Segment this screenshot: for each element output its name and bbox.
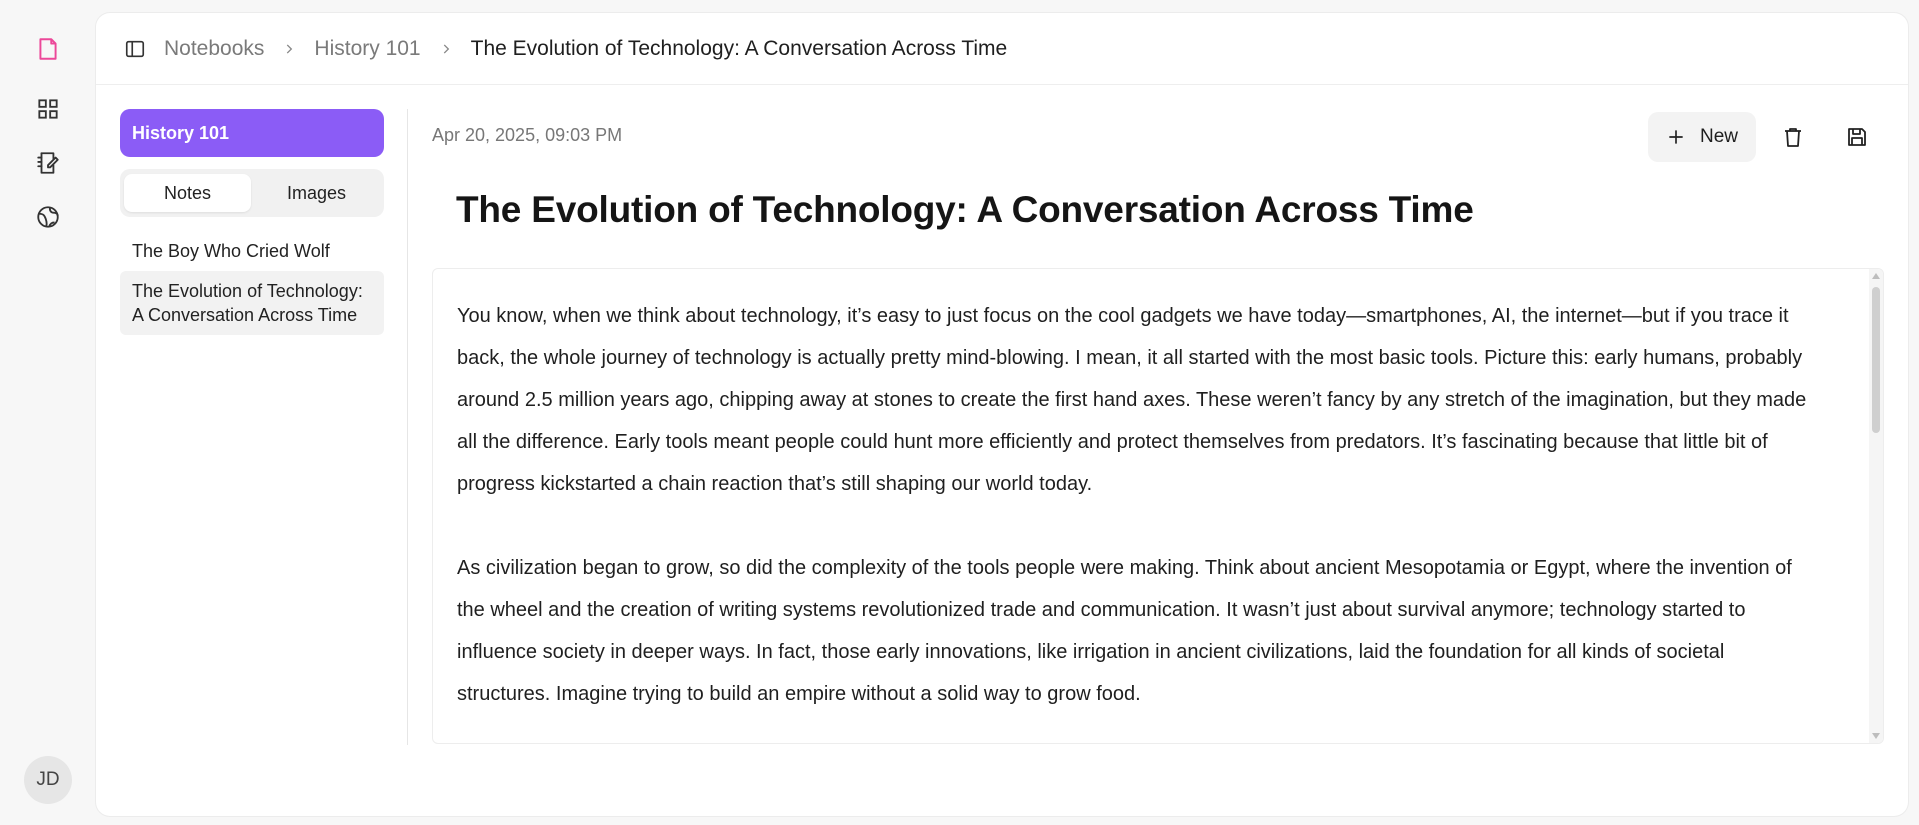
scroll-thumb[interactable]: [1872, 287, 1880, 433]
paragraph[interactable]: You know, when we think about technology…: [457, 295, 1823, 505]
view-switcher: Notes Images: [120, 169, 384, 217]
vertical-scrollbar[interactable]: [1869, 269, 1883, 743]
trash-icon: [1785, 128, 1801, 147]
note-title[interactable]: The Evolution of Technology: A Conversat…: [456, 189, 1474, 231]
grid-icon[interactable]: [32, 93, 64, 125]
note-editor[interactable]: You know, when we think about technology…: [432, 268, 1884, 744]
user-avatar[interactable]: JD: [24, 756, 72, 804]
chevron-right-icon: [282, 42, 296, 56]
main-panel: Notebooks History 101 The Evolution of T…: [96, 13, 1908, 816]
delete-button[interactable]: [1766, 112, 1820, 162]
paragraph[interactable]: As civilization began to grow, so did th…: [457, 547, 1823, 715]
note-timestamp: Apr 20, 2025, 09:03 PM: [432, 125, 623, 145]
save-button[interactable]: [1830, 112, 1884, 162]
sidebar-toggle-icon[interactable]: [122, 36, 148, 62]
note-body[interactable]: You know, when we think about technology…: [433, 269, 1863, 715]
document-icon[interactable]: [32, 33, 64, 65]
chevron-right-icon: [439, 42, 453, 56]
globe-icon[interactable]: [32, 201, 64, 233]
notebook-title-button[interactable]: History 101: [120, 109, 384, 157]
new-note-label: New: [1699, 126, 1738, 147]
notebook-sidebar: History 101 Notes Images The Boy Who Cri…: [120, 109, 384, 335]
list-item[interactable]: The Evolution of Technology: A Conversat…: [120, 271, 384, 335]
scroll-up-icon[interactable]: [1872, 273, 1880, 279]
divider: [407, 109, 408, 745]
list-item[interactable]: The Boy Who Cried Wolf: [120, 231, 384, 271]
app-rail: JD: [0, 0, 96, 825]
scroll-down-icon[interactable]: [1872, 733, 1880, 739]
editor-toolbar: New: [1647, 112, 1884, 162]
save-icon: [1848, 128, 1866, 146]
notebook-edit-icon[interactable]: [32, 147, 64, 179]
breadcrumb: Notebooks History 101 The Evolution of T…: [164, 37, 1007, 61]
note-list: The Boy Who Cried Wolf The Evolution of …: [120, 231, 384, 335]
top-bar: Notebooks History 101 The Evolution of T…: [96, 13, 1908, 85]
new-note-button[interactable]: New: [1647, 112, 1756, 162]
plus-icon: [1669, 130, 1683, 144]
breadcrumb-current-note: The Evolution of Technology: A Conversat…: [470, 36, 1008, 60]
breadcrumb-notebook[interactable]: History 101: [314, 37, 420, 61]
tab-images[interactable]: Images: [253, 174, 380, 212]
tab-notes[interactable]: Notes: [124, 174, 251, 212]
breadcrumb-notebooks[interactable]: Notebooks: [164, 37, 264, 61]
